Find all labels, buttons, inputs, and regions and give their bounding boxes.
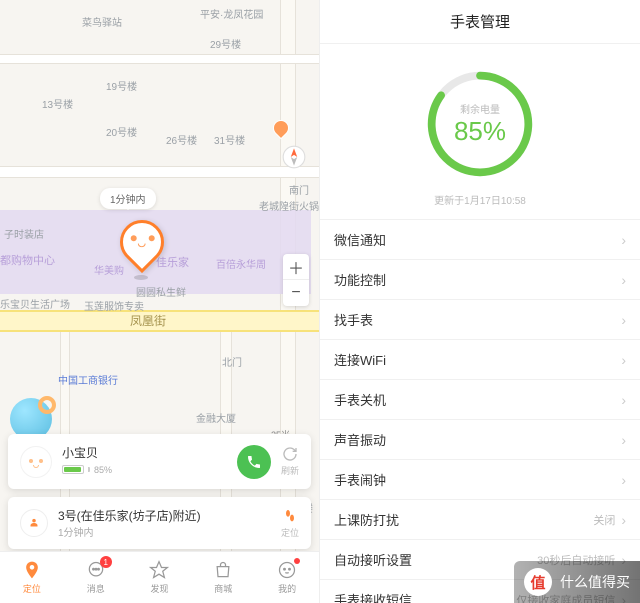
tab-messages[interactable]: 1 消息 <box>64 552 128 603</box>
chevron-right-icon: › <box>621 512 626 528</box>
row-find-watch[interactable]: 找手表› <box>320 300 640 340</box>
row-class-dnd[interactable]: 上课防打扰关闭› <box>320 500 640 540</box>
map-poi: 菜鸟驿站 <box>82 14 122 29</box>
map-poi: 平安·龙凤花园 <box>200 6 263 21</box>
settings-list: 微信通知› 功能控制› 找手表› 连接WiFi› 手表关机› 声音振动› 手表闹… <box>320 219 640 603</box>
chevron-right-icon: › <box>621 232 626 248</box>
map-zoom: ＋ − <box>283 254 309 306</box>
star-icon <box>149 560 169 580</box>
compass-icon[interactable] <box>281 144 307 170</box>
tab-discover[interactable]: 发现 <box>128 552 192 603</box>
location-time-badge: 1分钟内 <box>100 188 156 209</box>
tab-store[interactable]: 商城 <box>191 552 255 603</box>
chevron-right-icon: › <box>621 432 626 448</box>
location-time: 1分钟内 <box>58 524 271 539</box>
chevron-right-icon: › <box>621 352 626 368</box>
location-card[interactable]: 3号(在佳乐家(坊子店)附近) 1分钟内 定位 <box>8 497 311 549</box>
zoom-out-button[interactable]: − <box>283 280 309 306</box>
chevron-right-icon: › <box>621 472 626 488</box>
zoom-in-button[interactable]: ＋ <box>283 254 309 280</box>
battery-gauge: 剩余电量 85% 更新于1月17日10:58 <box>320 44 640 219</box>
chat-icon: 1 <box>86 560 106 580</box>
map-poi: 乐宝贝生活广场 <box>0 296 70 311</box>
tab-locate[interactable]: 定位 <box>0 552 64 603</box>
chevron-right-icon: › <box>621 392 626 408</box>
tab-mine[interactable]: 我的 <box>255 552 319 603</box>
street-label: 凤凰街 <box>130 312 166 329</box>
watermark-text: 什么值得买 <box>560 572 630 592</box>
secondary-pin-icon <box>273 120 291 142</box>
tab-bar: 定位 1 消息 发现 商城 我的 <box>0 551 319 603</box>
map-poi: 玉莲服饰专卖 <box>84 298 144 313</box>
row-shutdown[interactable]: 手表关机› <box>320 380 640 420</box>
location-pin-icon[interactable] <box>120 220 168 278</box>
info-cards: 小宝贝 85% 刷新 3号(在佳乐家(坊子店)附近) <box>8 426 311 549</box>
watch-manage-screen: 手表管理 剩余电量 85% 更新于1月17日10:58 微信通知› 功能控制› … <box>320 0 640 603</box>
refresh-button[interactable]: 刷新 <box>281 446 299 477</box>
pin-icon <box>22 560 42 580</box>
map-poi: 19号楼 <box>106 78 137 93</box>
map-poi: 老城隍街火锅 <box>259 198 319 213</box>
row-wifi[interactable]: 连接WiFi› <box>320 340 640 380</box>
map-poi: 金融大厦 <box>196 410 236 425</box>
page-title: 手表管理 <box>320 0 640 44</box>
battery-value: 85% <box>454 116 506 147</box>
device-name: 小宝贝 <box>62 444 227 461</box>
avatar-icon <box>20 446 52 478</box>
battery-label: 剩余电量 <box>460 101 500 116</box>
map-poi: 中国工商银行 <box>58 372 118 387</box>
streetview-icon <box>20 509 48 537</box>
map-poi: 13号楼 <box>42 96 73 111</box>
map-poi: 20号楼 <box>106 124 137 139</box>
face-icon <box>277 560 297 580</box>
map-poi: 子时装店 <box>4 226 44 241</box>
chevron-right-icon: › <box>621 272 626 288</box>
locate-button[interactable]: 定位 <box>281 508 299 539</box>
row-alarm[interactable]: 手表闹钟› <box>320 460 640 500</box>
map-poi: 26号楼 <box>166 132 197 147</box>
location-title: 3号(在佳乐家(坊子店)附近) <box>58 507 271 524</box>
map-poi: 都购物中心 <box>0 252 55 268</box>
map-poi: 29号楼 <box>210 36 241 51</box>
map-poi: 31号楼 <box>214 132 245 147</box>
row-wechat-notify[interactable]: 微信通知› <box>320 220 640 260</box>
watermark: 值 什么值得买 <box>514 561 640 603</box>
updated-time: 更新于1月17日10:58 <box>434 192 526 207</box>
map-poi: 圆圆私生鲜 <box>136 284 186 299</box>
battery-indicator: 85% <box>62 465 112 475</box>
row-feature-control[interactable]: 功能控制› <box>320 260 640 300</box>
map-poi: 百倍永华周 <box>216 256 266 271</box>
call-button[interactable] <box>237 445 271 479</box>
map-poi: 南门 <box>289 182 309 197</box>
bag-icon <box>213 560 233 580</box>
map-poi: 北门 <box>222 354 242 369</box>
map-screen: 菜鸟驿站 平安·龙凤花园 29号楼 13号楼 19号楼 20号楼 26号楼 31… <box>0 0 320 603</box>
row-sound-vibrate[interactable]: 声音振动› <box>320 420 640 460</box>
watermark-badge: 值 <box>524 568 552 596</box>
device-card[interactable]: 小宝贝 85% 刷新 <box>8 434 311 489</box>
chevron-right-icon: › <box>621 312 626 328</box>
